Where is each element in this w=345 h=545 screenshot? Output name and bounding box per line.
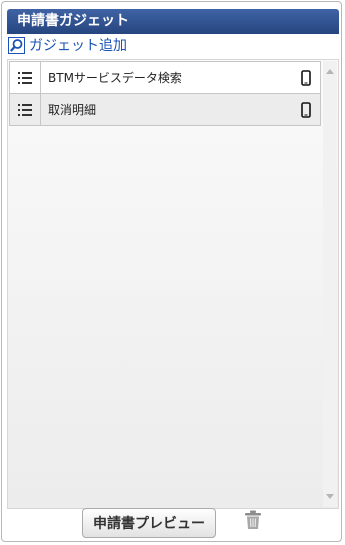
mobile-icon bbox=[292, 101, 320, 118]
gadget-item-label: BTMサービスデータ検索 bbox=[48, 71, 182, 85]
add-gadget-link[interactable]: ガジェット追加 bbox=[8, 35, 127, 55]
add-gadget-label: ガジェット追加 bbox=[29, 38, 127, 54]
preview-button[interactable]: 申請書プレビュー bbox=[82, 508, 216, 538]
gadget-list-item[interactable]: BTMサービスデータ検索 bbox=[9, 61, 321, 94]
scroll-up-arrow-icon[interactable] bbox=[326, 69, 334, 74]
drag-handle-icon[interactable] bbox=[10, 94, 41, 125]
mobile-icon bbox=[292, 69, 320, 86]
drag-handle-icon[interactable] bbox=[10, 62, 41, 93]
application-gadget-panel: 申請書ガジェット ガジェット追加 BTMサービスデータ検索 取消明細 申請書プレ… bbox=[1, 1, 342, 542]
panel-header: 申請書ガジェット bbox=[7, 9, 339, 34]
gadget-list-item[interactable]: 取消明細 bbox=[9, 93, 321, 126]
vertical-scrollbar[interactable] bbox=[323, 61, 337, 507]
trash-icon[interactable] bbox=[244, 510, 262, 530]
search-icon bbox=[8, 36, 25, 54]
gadget-list: BTMサービスデータ検索 取消明細 bbox=[7, 59, 339, 509]
gadget-item-label: 取消明細 bbox=[48, 103, 97, 117]
scroll-down-arrow-icon[interactable] bbox=[326, 494, 334, 499]
